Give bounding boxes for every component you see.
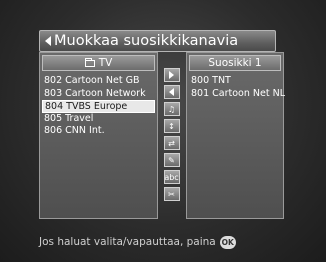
tv-channel-list: 802 Cartoon Net GB 803 Cartoon Network 8… <box>40 75 157 138</box>
tv-channel-panel: TV 802 Cartoon Net GB 803 Cartoon Networ… <box>39 52 158 219</box>
edit-button[interactable]: ✎ <box>163 153 180 167</box>
remove-from-favourites-button[interactable] <box>163 85 180 99</box>
favourites-list: 800 TNT 801 Cartoon Net NL <box>187 75 285 101</box>
move-button[interactable]: ↕ <box>163 119 180 133</box>
back-arrow-icon[interactable] <box>45 36 51 46</box>
favourites-panel-header: Suosikki 1 <box>189 55 281 71</box>
delete-button[interactable]: ✂ <box>163 187 180 201</box>
music-note-icon: ♫ <box>167 104 176 114</box>
list-item[interactable]: 806 CNN Int. <box>40 125 157 138</box>
list-item[interactable]: 803 Cartoon Network <box>40 88 157 101</box>
action-toolbar: ♫ ↕ ⇄ ✎ abc ✂ <box>161 68 182 204</box>
delete-icon: ✂ <box>168 189 175 199</box>
folder-icon <box>84 57 95 67</box>
list-item[interactable]: 802 Cartoon Net GB <box>40 75 157 88</box>
screen: Muokkaa suosikkikanavia TV 802 Cartoon N… <box>0 0 326 262</box>
help-footer: Jos haluat valita/vapauttaa, paina OK <box>39 234 236 250</box>
swap-button[interactable]: ⇄ <box>163 136 180 150</box>
list-item[interactable]: 801 Cartoon Net NL <box>187 88 285 101</box>
tv-panel-title: TV <box>98 57 113 69</box>
tv-panel-header: TV <box>42 55 155 71</box>
list-item[interactable]: 800 TNT <box>187 75 283 88</box>
remove-arrow-icon <box>169 88 174 96</box>
ok-button-icon: OK <box>219 235 236 249</box>
add-to-favourites-button[interactable] <box>163 68 180 82</box>
swap-icon: ⇄ <box>168 138 175 148</box>
favourites-panel-title: Suosikki 1 <box>208 57 262 69</box>
title-bar: Muokkaa suosikkikanavia <box>39 30 276 52</box>
rename-icon: abc <box>164 172 179 182</box>
rename-button[interactable]: abc <box>163 170 180 184</box>
favourites-panel: Suosikki 1 800 TNT 801 Cartoon Net NL <box>186 52 285 219</box>
page-title: Muokkaa suosikkikanavia <box>54 33 239 49</box>
radio-button[interactable]: ♫ <box>163 102 180 116</box>
move-icon: ↕ <box>168 121 175 131</box>
add-arrow-icon <box>169 71 174 79</box>
list-item-selected[interactable]: 804 TVBS Europe <box>42 100 155 113</box>
list-item[interactable]: 805 Travel <box>40 113 157 126</box>
help-text: Jos haluat valita/vapauttaa, paina <box>39 236 216 248</box>
edit-icon: ✎ <box>168 155 175 165</box>
